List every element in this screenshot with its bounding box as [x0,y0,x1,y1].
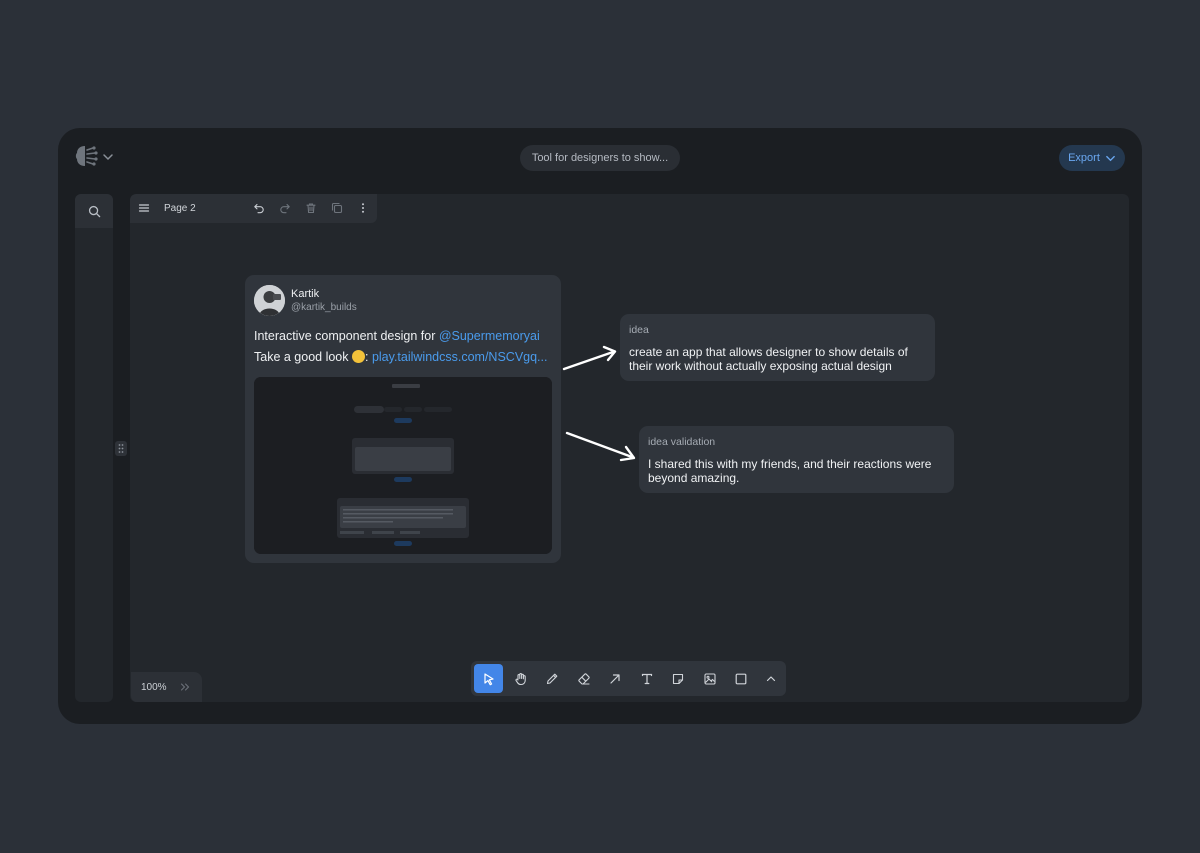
sticky-note-idea-validation[interactable]: idea validation I shared this with my fr… [639,426,954,493]
tweet-author-name: Kartik [291,288,320,300]
rectangle-icon [735,673,746,684]
sidebar [75,194,113,702]
app-window: Tool for designers to show... Export Pag… [58,128,1142,724]
trash-icon[interactable] [305,202,317,214]
tool-text[interactable] [632,664,661,693]
tool-arrow[interactable] [600,664,629,693]
zoom-control[interactable]: 100% [131,672,202,702]
url-link[interactable]: play.tailwindcss.com/NSCVgq... [372,350,548,364]
tweet-card[interactable]: Kartik @kartik_builds Interactive compon… [245,275,561,563]
sticky-note-idea[interactable]: idea create an app that allows designer … [620,314,935,381]
search-icon [88,205,100,217]
chevron-down-icon [1106,155,1115,161]
tool-pencil[interactable] [537,664,566,693]
export-button[interactable]: Export [1059,145,1125,171]
note-label: idea [629,324,649,336]
tool-hand[interactable] [506,664,535,693]
avatar [254,285,285,316]
tweet-text-line-2: Take a good look : play.tailwindcss.com/… [254,350,548,364]
menu-icon[interactable] [138,202,150,214]
tweet-author-handle: @kartik_builds [291,302,357,313]
tool-palette [471,661,786,696]
search-button[interactable] [75,194,113,228]
duplicate-icon[interactable] [331,202,343,214]
tool-eraser[interactable] [569,664,598,693]
drag-handle-icon[interactable] [115,441,127,456]
select-pointer-icon [483,672,494,685]
eraser-icon [577,672,590,685]
brain-logo-icon[interactable] [74,144,98,168]
text-icon [641,673,652,684]
export-label: Export [1068,152,1100,164]
document-title[interactable]: Tool for designers to show... [520,145,680,171]
note-label: idea validation [648,436,716,448]
note-body: create an app that allows designer to sh… [629,345,908,373]
page-toolbar: Page 2 [130,194,377,223]
emoji-icon [352,350,365,363]
tweet-text-line-1: Interactive component design for @Superm… [254,329,540,343]
tool-rectangle[interactable] [726,664,755,693]
chevrons-right-icon[interactable] [180,682,190,692]
mention-link[interactable]: @Supermemoryai [439,329,540,343]
pencil-icon [546,673,557,684]
sticky-note-icon [672,673,683,684]
more-vertical-icon[interactable] [357,202,369,214]
zoom-level: 100% [141,682,167,693]
chevron-up-icon [766,675,775,681]
page-name[interactable]: Page 2 [164,203,196,214]
arrow-icon [609,673,620,684]
note-body: I shared this with my friends, and their… [648,457,932,485]
undo-icon[interactable] [253,202,265,214]
redo-icon[interactable] [279,202,291,214]
hand-icon [514,672,526,685]
chevron-down-icon[interactable] [102,150,114,162]
tweet-preview-image [254,377,552,554]
tool-image[interactable] [695,664,724,693]
tool-more[interactable] [756,664,785,693]
image-icon [703,672,716,685]
tool-select[interactable] [474,664,503,693]
tool-sticky-note[interactable] [663,664,692,693]
